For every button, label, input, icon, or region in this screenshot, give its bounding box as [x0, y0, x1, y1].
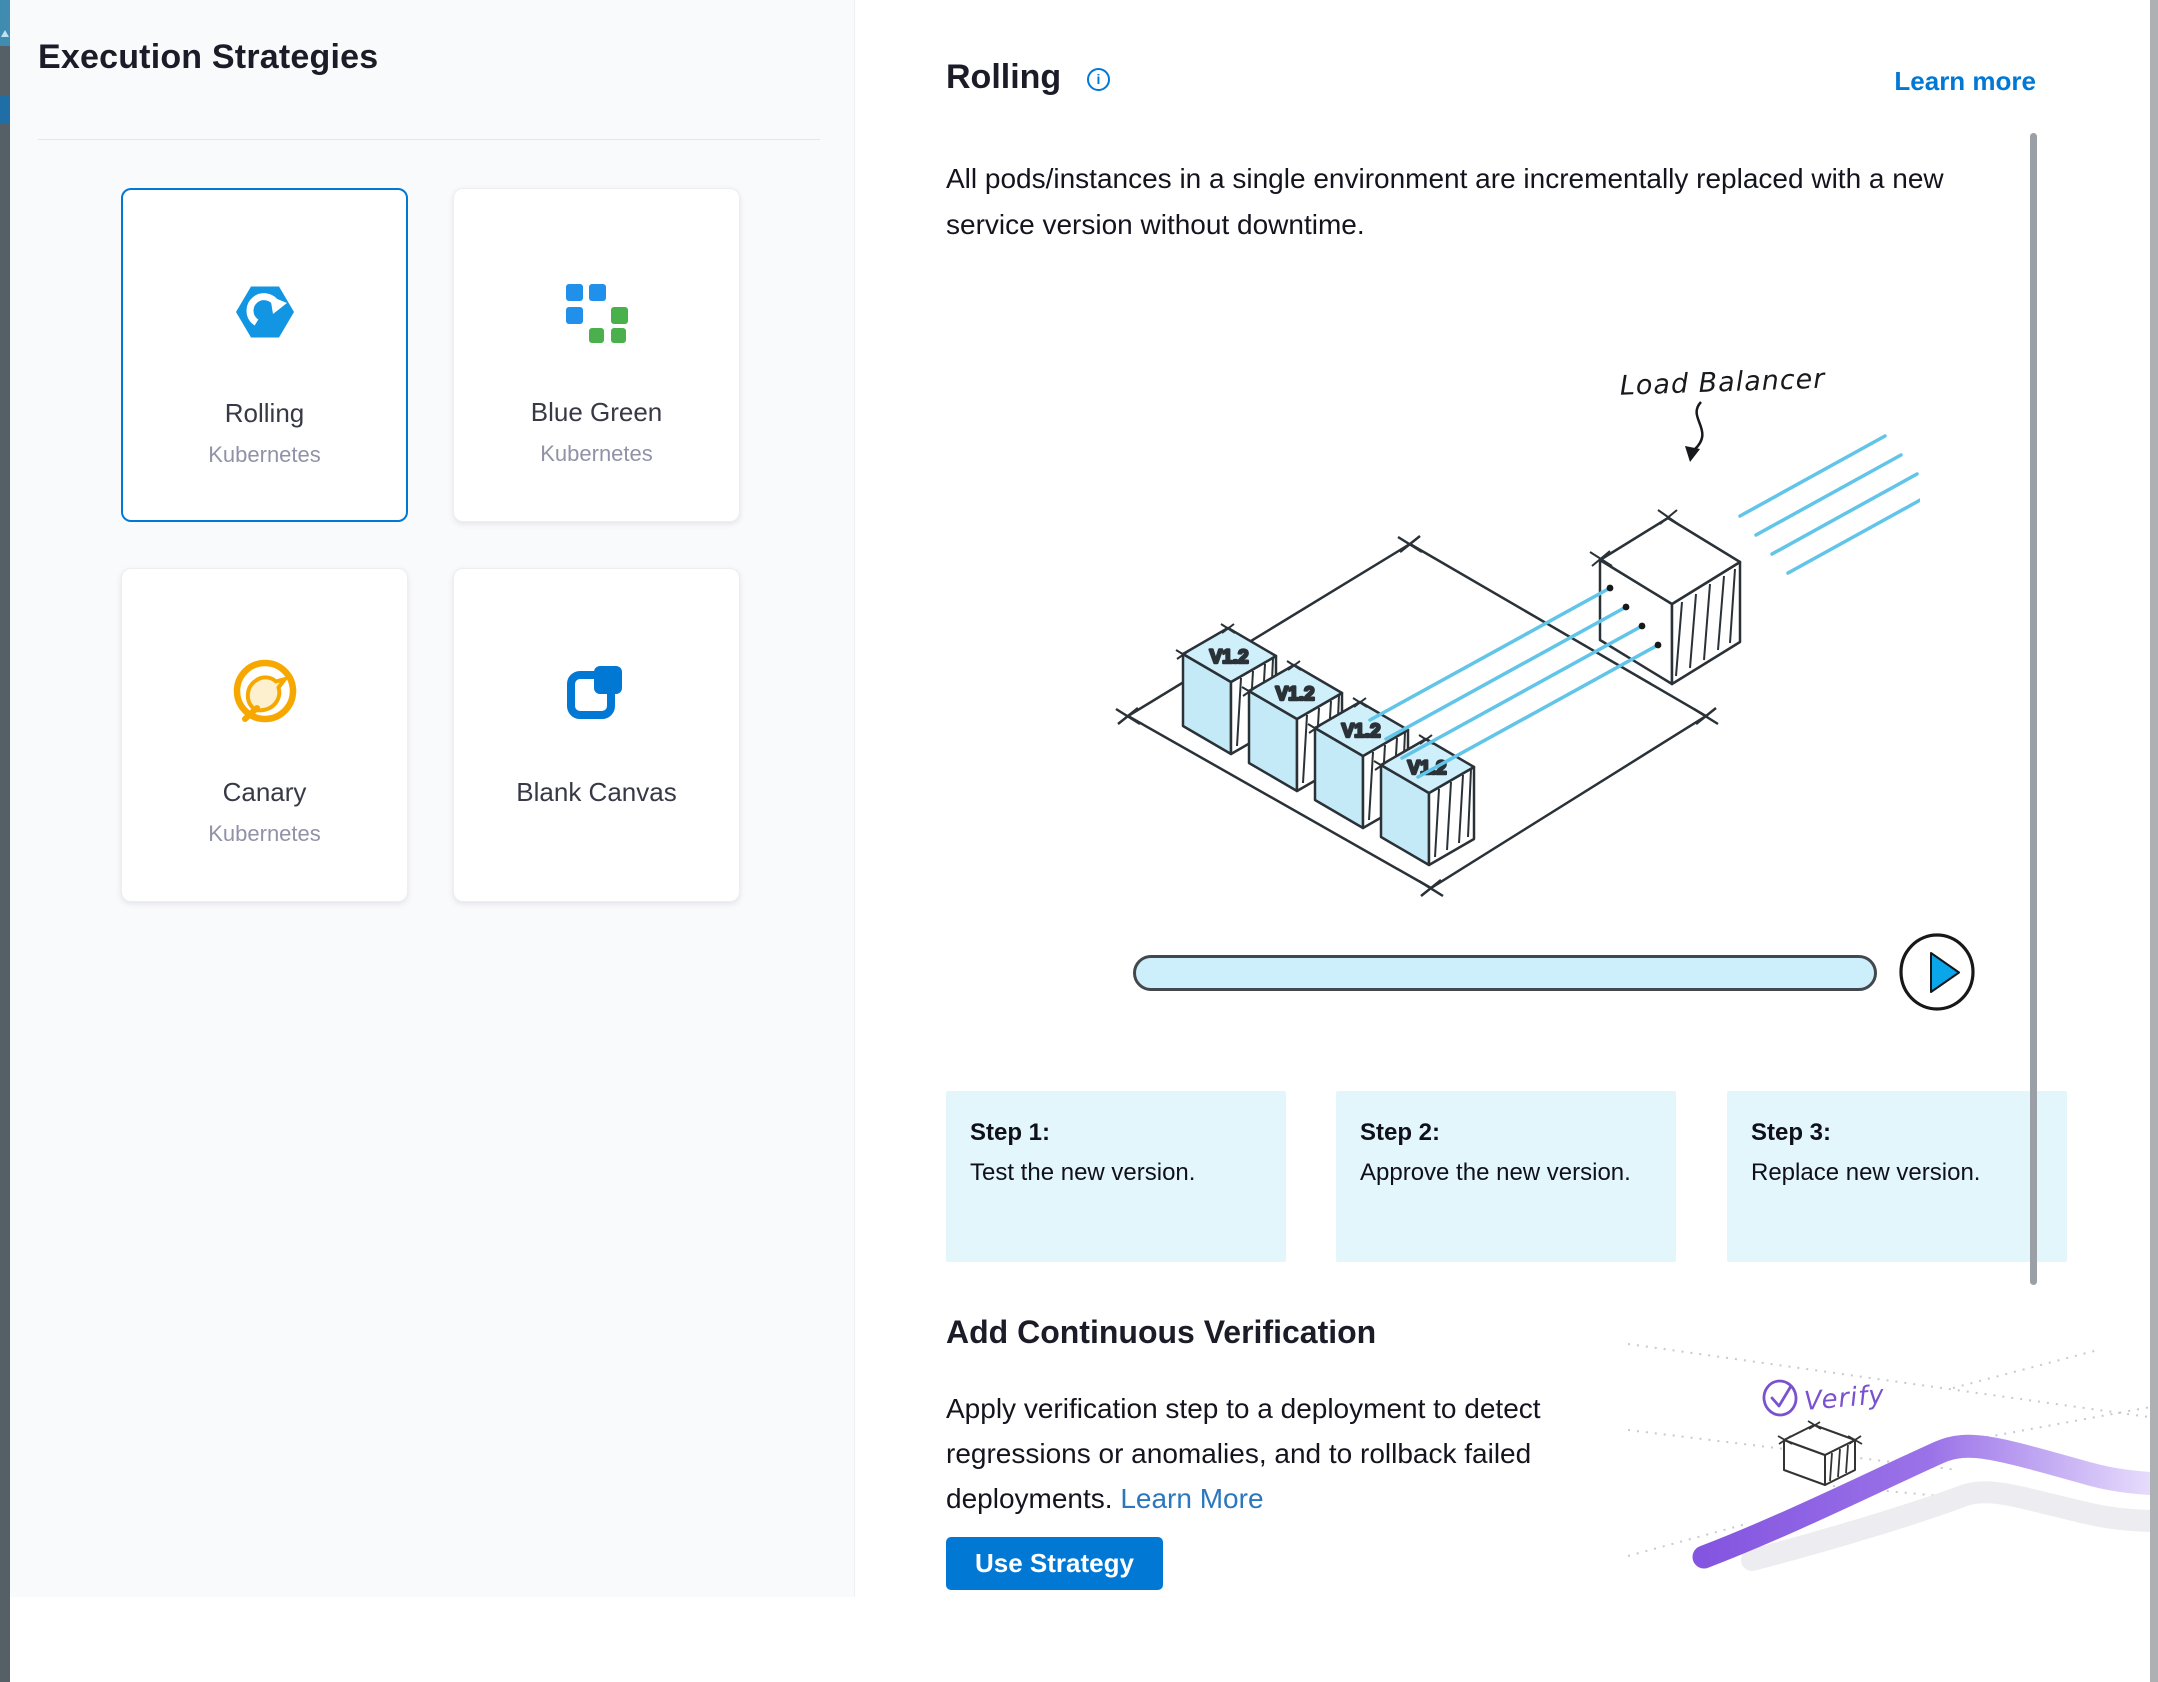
rolling-deployment-illustration: V1.2 V1.2 V1.2 — [1100, 350, 1920, 910]
play-button[interactable] — [1898, 933, 1976, 1011]
svg-text:V1.2: V1.2 — [1275, 684, 1314, 705]
strategy-card-rolling[interactable]: Rolling Kubernetes — [121, 188, 408, 522]
rolling-icon — [232, 279, 298, 345]
step-card-2: Step 2: Approve the new version. — [1336, 1091, 1676, 1262]
strategy-detail-title: Rolling — [946, 58, 1061, 97]
strategy-card-blue-green[interactable]: Blue Green Kubernetes — [453, 188, 740, 522]
strategy-card-sublabel: Kubernetes — [454, 441, 739, 467]
strategy-card-label: Blank Canvas — [454, 777, 739, 808]
app-sidebar-strip — [0, 0, 10, 1682]
svg-text:V1.2: V1.2 — [1209, 647, 1248, 668]
strategy-card-label: Blue Green — [454, 397, 739, 428]
divider — [38, 139, 820, 140]
execution-strategies-panel: Execution Strategies Rolling Kubernetes … — [10, 0, 855, 1597]
load-balancer-label: Load Balancer — [1619, 364, 1826, 402]
use-strategy-button[interactable]: Use Strategy — [946, 1537, 1163, 1590]
continuous-verification-title: Add Continuous Verification — [946, 1314, 1376, 1351]
sidebar-active-item — [0, 95, 10, 123]
verify-annotation: Verify — [1803, 1380, 1886, 1417]
animation-progress-bar — [1133, 955, 1877, 991]
blank-canvas-icon — [564, 658, 630, 724]
canary-icon — [232, 658, 298, 724]
svg-text:V1.2: V1.2 — [1407, 758, 1446, 779]
learn-more-link[interactable]: Learn more — [1894, 66, 2036, 97]
sidebar-teal-segment — [0, 0, 10, 46]
blue-green-icon — [564, 278, 630, 344]
strategy-card-label: Canary — [122, 777, 407, 808]
info-icon[interactable]: i — [1087, 68, 1110, 91]
step-card-3: Step 3: Replace new version. — [1727, 1091, 2067, 1262]
cv-learn-more-link[interactable]: Learn More — [1120, 1483, 1263, 1514]
continuous-verification-description: Apply verification step to a deployment … — [946, 1386, 1561, 1521]
check-icon — [1762, 1379, 1798, 1417]
load-balancer-box — [1590, 510, 1740, 684]
step-text: Replace new version. — [1751, 1159, 2043, 1187]
step-title: Step 1: — [970, 1119, 1262, 1147]
strategy-card-label: Rolling — [123, 398, 406, 429]
window-scrollbar[interactable] — [2150, 0, 2158, 1682]
strategy-detail-panel: Rolling i Learn more All pods/instances … — [855, 0, 2158, 1682]
strategy-card-blank-canvas[interactable]: Blank Canvas — [453, 568, 740, 902]
verify-cube — [1778, 1421, 1862, 1485]
step-card-1: Step 1: Test the new version. — [946, 1091, 1286, 1262]
label-arrow — [1694, 402, 1702, 450]
sidebar-logo-triangle-icon — [1, 30, 9, 37]
verify-illustration: Verify — [1628, 1318, 2158, 1610]
step-text: Test the new version. — [970, 1159, 1262, 1187]
svg-text:V1.2: V1.2 — [1341, 721, 1380, 742]
detail-scrollbar[interactable] — [2030, 133, 2037, 1285]
strategy-card-sublabel: Kubernetes — [123, 442, 406, 468]
step-text: Approve the new version. — [1360, 1159, 1652, 1187]
strategy-card-canary[interactable]: Canary Kubernetes — [121, 568, 408, 902]
strategy-card-sublabel: Kubernetes — [122, 821, 407, 847]
page-title: Execution Strategies — [38, 38, 378, 77]
step-title: Step 2: — [1360, 1119, 1652, 1147]
strategy-description: All pods/instances in a single environme… — [946, 156, 1991, 248]
step-title: Step 3: — [1751, 1119, 2043, 1147]
